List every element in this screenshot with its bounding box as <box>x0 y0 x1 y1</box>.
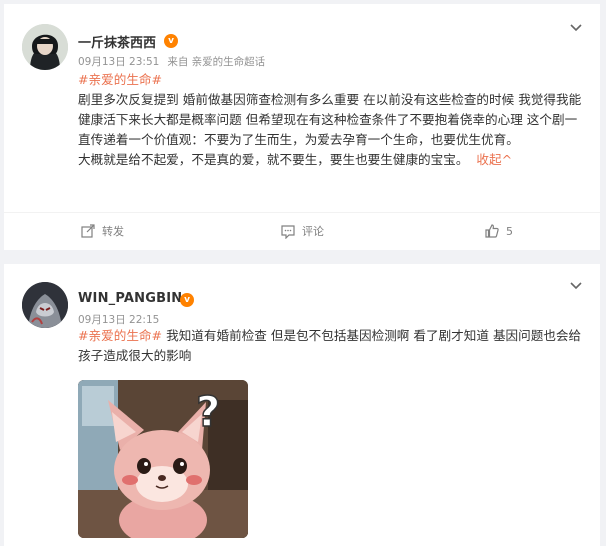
vip-badge-icon: v <box>164 34 178 48</box>
like-count: 5 <box>506 224 513 238</box>
post-meta: 09月13日 23:51 来自 亲爱的生命超话 <box>78 54 265 69</box>
chevron-down-icon[interactable] <box>568 20 584 36</box>
like-icon <box>485 224 499 238</box>
comment-icon <box>281 225 295 239</box>
username[interactable]: 一斤抹茶西西 <box>78 32 156 51</box>
chevron-down-icon[interactable] <box>568 278 584 294</box>
divider <box>4 212 600 213</box>
post-card: 一斤抹茶西西 v 09月13日 23:51 来自 亲爱的生命超话 #亲爱的生命# … <box>4 4 600 250</box>
post-meta: 09月13日 22:15 <box>78 312 159 327</box>
sticker-image[interactable]: ? <box>78 380 248 538</box>
comment-label: 评论 <box>302 225 324 238</box>
post-date[interactable]: 09月13日 22:15 <box>78 314 159 326</box>
topic-link[interactable]: #亲爱的生命# <box>78 328 162 343</box>
vip-badge-icon: v <box>180 293 194 307</box>
post-body: #亲爱的生命# 我知道有婚前检查 但是包不包括基因检测啊 看了剧才知道 基因问题… <box>78 326 584 366</box>
repost-icon <box>81 224 95 238</box>
comment-button[interactable]: 评论 <box>280 223 324 239</box>
topic-link[interactable]: #亲爱的生命# <box>78 70 584 90</box>
post-date[interactable]: 09月13日 23:51 <box>78 56 159 68</box>
like-button[interactable]: 5 <box>484 223 513 239</box>
svg-text:?: ? <box>196 387 220 436</box>
username[interactable]: WIN_PANGBIN <box>78 291 182 306</box>
post-card: WIN_PANGBIN v 09月13日 22:15 #亲爱的生命# 我知道有婚… <box>4 264 600 546</box>
post-body: #亲爱的生命# 剧里多次反复提到 婚前做基因筛查检测有多么重要 在以前没有这些检… <box>78 70 584 170</box>
post-paragraph-text: 大概就是给不起爱，不是真的爱，就不要生，要生也要生健康的宝宝。 <box>78 152 469 167</box>
repost-button[interactable]: 转发 <box>80 223 124 239</box>
avatar[interactable] <box>22 24 68 70</box>
avatar[interactable] <box>22 282 68 328</box>
post-source[interactable]: 来自 亲爱的生命超话 <box>167 56 265 68</box>
repost-label: 转发 <box>102 225 124 238</box>
post-paragraph: 剧里多次反复提到 婚前做基因筛查检测有多么重要 在以前没有这些检查的时候 我觉得… <box>78 92 582 147</box>
post-paragraph-last: 大概就是给不起爱，不是真的爱，就不要生，要生也要生健康的宝宝。 收起^ <box>78 150 584 170</box>
collapse-link[interactable]: 收起^ <box>476 152 512 167</box>
